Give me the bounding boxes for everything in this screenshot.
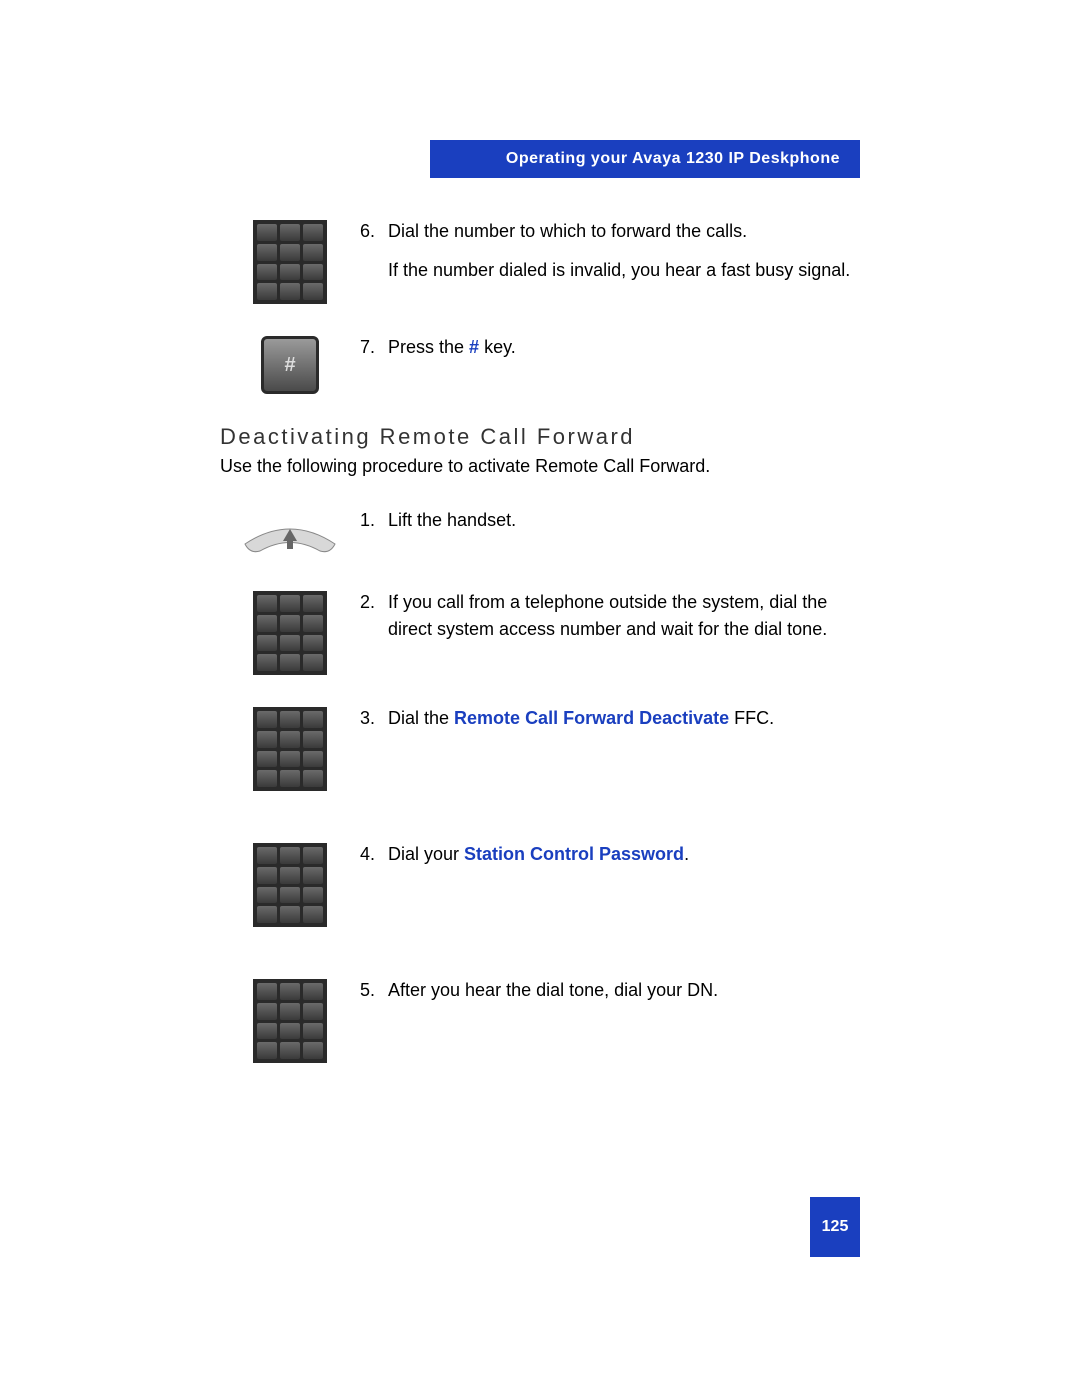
text-fragment: key. xyxy=(479,337,516,357)
step-subtext: If the number dialed is invalid, you hea… xyxy=(388,257,860,284)
hash-symbol-label: # xyxy=(469,337,479,357)
page-number: 125 xyxy=(822,1218,849,1236)
text-fragment: . xyxy=(684,844,689,864)
icon-cell xyxy=(220,977,360,1063)
step-body: If you call from a telephone outside the… xyxy=(388,589,852,643)
section-heading: Deactivating Remote Call Forward xyxy=(220,424,860,450)
section-subtext: Use the following procedure to activate … xyxy=(220,456,860,477)
step-number: 1. xyxy=(360,507,388,534)
step-text: 1.Lift the handset. xyxy=(360,507,860,534)
manual-page: Operating your Avaya 1230 IP Deskphone 6… xyxy=(0,0,1080,1397)
step-number: 3. xyxy=(360,705,388,732)
step-text: 2.If you call from a telephone outside t… xyxy=(360,589,860,643)
icon-cell xyxy=(220,705,360,791)
step-number: 4. xyxy=(360,841,388,868)
text-fragment: Dial your xyxy=(388,844,464,864)
icon-cell xyxy=(220,507,360,559)
station-control-password-label: Station Control Password xyxy=(464,844,684,864)
step-body: Press the # key. xyxy=(388,334,852,361)
remote-call-forward-label: Remote Call Forward Deactivate xyxy=(454,708,729,728)
step-number: 6. xyxy=(360,218,388,245)
step-body: Dial the Remote Call Forward Deactivate … xyxy=(388,705,852,732)
step-row: 2.If you call from a telephone outside t… xyxy=(220,589,860,675)
keypad-icon xyxy=(253,220,327,304)
step-row: 6.Dial the number to which to forward th… xyxy=(220,218,860,304)
step-text: 5.After you hear the dial tone, dial you… xyxy=(360,977,860,1004)
step-body: After you hear the dial tone, dial your … xyxy=(388,977,852,1004)
step-body: Dial your Station Control Password. xyxy=(388,841,852,868)
step-row: 3.Dial the Remote Call Forward Deactivat… xyxy=(220,705,860,791)
keypad-icon xyxy=(253,843,327,927)
hash-key-icon: # xyxy=(261,336,319,394)
step-row: 4.Dial your Station Control Password. xyxy=(220,841,860,927)
chapter-title: Operating your Avaya 1230 IP Deskphone xyxy=(506,150,840,167)
step-text: 7.Press the # key. xyxy=(360,334,860,361)
icon-cell xyxy=(220,841,360,927)
step-number: 5. xyxy=(360,977,388,1004)
text-fragment: Dial the xyxy=(388,708,454,728)
step-row: # 7.Press the # key. xyxy=(220,334,860,394)
step-row: 5.After you hear the dial tone, dial you… xyxy=(220,977,860,1063)
icon-cell xyxy=(220,589,360,675)
step-body: Dial the number to which to forward the … xyxy=(388,218,852,245)
step-text: 3.Dial the Remote Call Forward Deactivat… xyxy=(360,705,860,732)
icon-cell: # xyxy=(220,334,360,394)
step-text: 6.Dial the number to which to forward th… xyxy=(360,218,860,284)
step-text: 4.Dial your Station Control Password. xyxy=(360,841,860,868)
chapter-header: Operating your Avaya 1230 IP Deskphone xyxy=(430,140,860,178)
step-row: 1.Lift the handset. xyxy=(220,507,860,559)
text-fragment: FFC. xyxy=(729,708,774,728)
handset-icon xyxy=(230,509,350,559)
icon-cell xyxy=(220,218,360,304)
text-fragment: Press the xyxy=(388,337,469,357)
keypad-icon xyxy=(253,979,327,1063)
page-number-box: 125 xyxy=(810,1197,860,1257)
keypad-icon xyxy=(253,591,327,675)
step-number: 7. xyxy=(360,334,388,361)
step-number: 2. xyxy=(360,589,388,616)
keypad-icon xyxy=(253,707,327,791)
step-body: Lift the handset. xyxy=(388,507,852,534)
